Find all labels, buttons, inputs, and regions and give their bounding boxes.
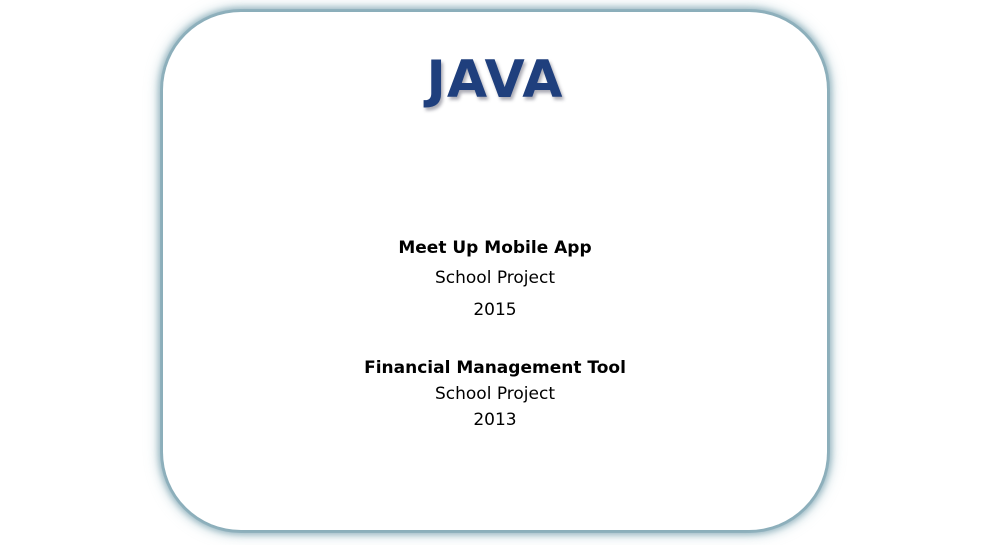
project-name: Financial Management Tool — [364, 358, 626, 378]
project-year: 2013 — [473, 410, 517, 430]
project-year: 2015 — [473, 300, 517, 320]
card-title: JAVA — [426, 50, 564, 110]
project-entry: Meet Up Mobile App School Project 2015 — [163, 234, 827, 326]
project-type: School Project — [434, 384, 555, 404]
project-entry: Financial Management Tool School Project… — [163, 355, 827, 433]
project-card: JAVA Meet Up Mobile App School Project 2… — [163, 12, 827, 530]
project-name: Meet Up Mobile App — [398, 238, 592, 258]
project-type: School Project — [434, 268, 555, 288]
